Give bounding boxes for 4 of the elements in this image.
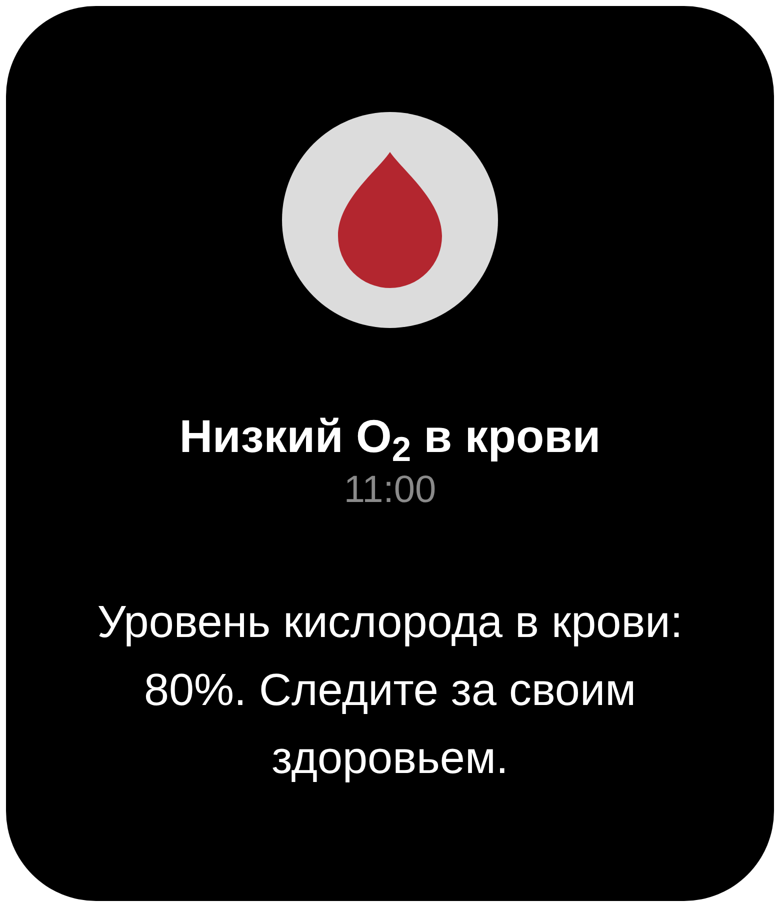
notification-title: Низкий O$_{2}$ в крови (179, 409, 601, 464)
notification-time: 11:00 (344, 468, 436, 513)
blood-drop-icon (338, 152, 442, 288)
notification-message: Уровень кислорода в крови: 80%. Следите за своим здоровьем. (96, 595, 684, 785)
